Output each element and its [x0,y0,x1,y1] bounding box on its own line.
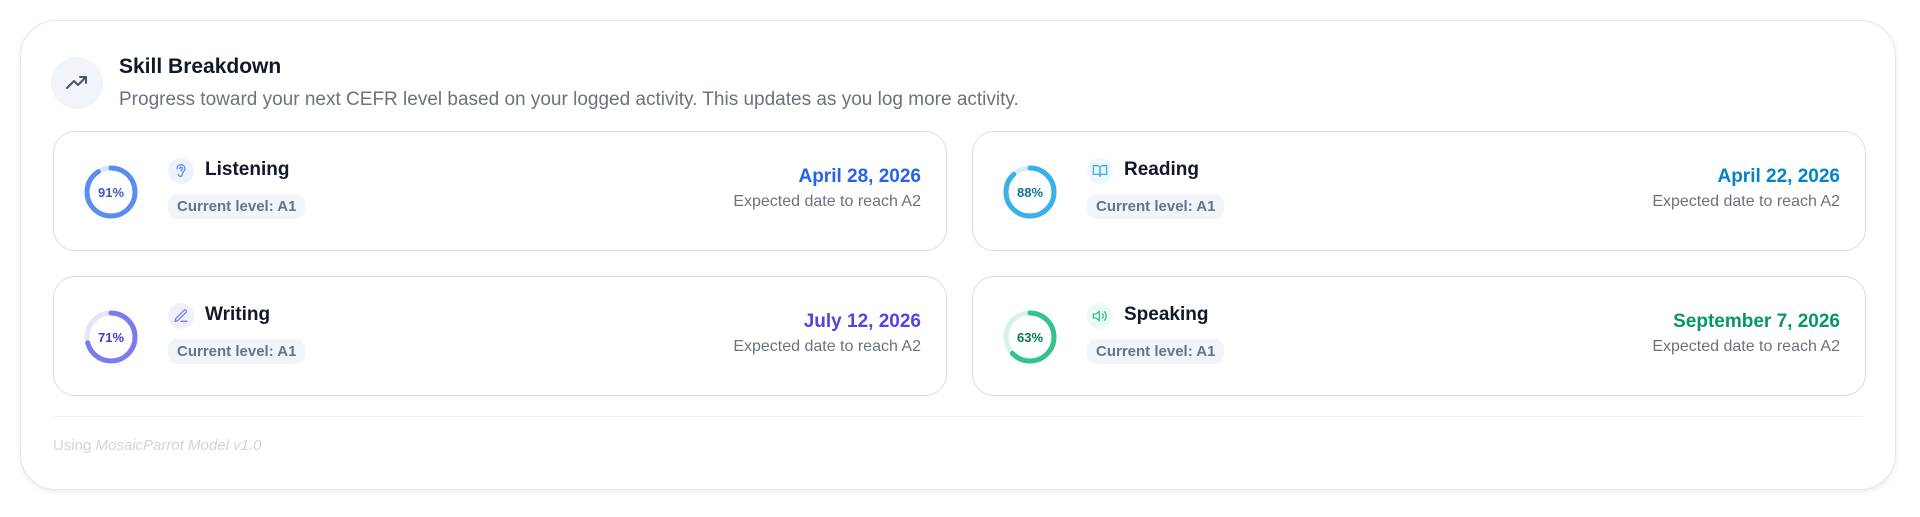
progress-ring: 63% [1002,309,1058,365]
current-level-badge: Current level: A1 [1087,194,1225,219]
expected-date-caption: Expected date to reach A2 [733,193,921,210]
expected-date: April 22, 2026 [1717,166,1840,187]
skill-breakdown-panel: Skill Breakdown Progress toward your nex… [20,20,1896,490]
progress-ring: 88% [1002,164,1058,220]
panel-subtitle: Progress toward your next CEFR level bas… [119,89,1019,110]
skill-card-reading[interactable]: 88% Reading Current level: A1 April 22, … [972,131,1866,251]
current-level-badge: Current level: A1 [1087,339,1225,364]
progress-ring: 71% [83,309,139,365]
pencil-icon [168,303,194,329]
expected-date: July 12, 2026 [803,311,921,332]
footer-divider [53,416,1863,417]
expected-date-caption: Expected date to reach A2 [1652,338,1840,355]
footer-prefix: Using [53,437,92,454]
speaker-icon [1087,303,1113,329]
expected-date-caption: Expected date to reach A2 [733,338,921,355]
progress-percent: 91% [97,184,125,200]
skill-name: Speaking [1124,304,1209,325]
skill-name: Writing [205,304,271,325]
current-level-badge: Current level: A1 [168,194,306,219]
expected-date-caption: Expected date to reach A2 [1652,193,1840,210]
model-footer: Using MosaicParrot Model v1.0 [53,437,261,454]
trending-up-icon [51,57,103,109]
model-name: MosaicParrot Model v1.0 [95,437,262,454]
panel-title: Skill Breakdown [119,55,282,78]
skill-card-speaking[interactable]: 63% Speaking Current level: A1 September… [972,276,1866,396]
skill-name: Reading [1124,159,1199,180]
current-level-badge: Current level: A1 [168,339,306,364]
skill-name: Listening [205,159,290,180]
expected-date: April 28, 2026 [798,166,921,187]
expected-date: September 7, 2026 [1673,311,1840,332]
skill-card-listening[interactable]: 91% Listening Current level: A1 April 28… [53,131,947,251]
progress-percent: 88% [1016,184,1044,200]
progress-percent: 71% [97,329,125,345]
ear-icon [168,158,194,184]
skill-card-writing[interactable]: 71% Writing Current level: A1 July 12, 2… [53,276,947,396]
book-open-icon [1087,158,1113,184]
progress-percent: 63% [1016,329,1044,345]
progress-ring: 91% [83,164,139,220]
